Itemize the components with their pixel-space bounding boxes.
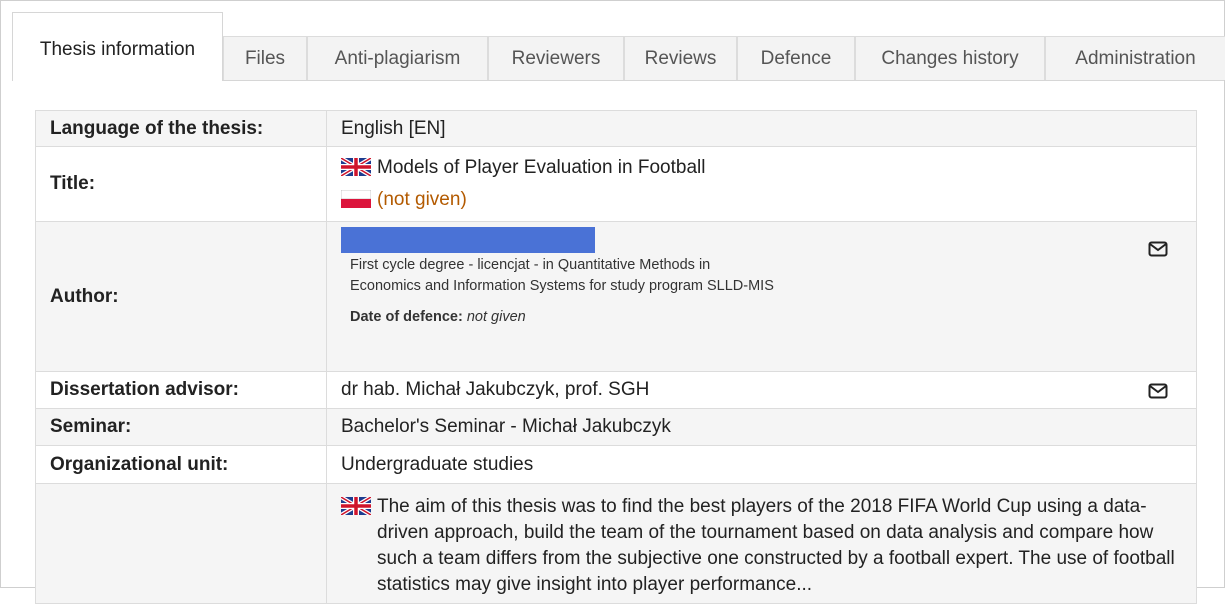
label-advisor: Dissertation advisor: xyxy=(35,371,327,409)
value-unit: Undergraduate studies xyxy=(326,445,1197,484)
row-seminar: Seminar: Bachelor's Seminar - Michał Jak… xyxy=(35,408,1197,446)
tab-bar: Thesis information Files Anti-plagiarism… xyxy=(12,12,1225,81)
row-advisor: Dissertation advisor: dr hab. Michał Jak… xyxy=(35,371,1197,409)
row-title: Title: Models of Player Evaluation in Fo… xyxy=(35,146,1197,222)
value-seminar: Bachelor's Seminar - Michał Jakubczyk xyxy=(326,408,1197,446)
label-abstract xyxy=(35,483,327,604)
thesis-panel: Thesis information Files Anti-plagiarism… xyxy=(0,0,1225,604)
abstract-block: The aim of this thesis was to find the b… xyxy=(341,494,1182,598)
tab-anti-plagiarism[interactable]: Anti-plagiarism xyxy=(307,36,488,80)
label-unit: Organizational unit: xyxy=(35,445,327,484)
en-title: Models of Player Evaluation in Football xyxy=(377,157,706,178)
redacted-author-name xyxy=(341,227,595,253)
value-abstract: The aim of this thesis was to find the b… xyxy=(326,483,1197,604)
defence-value: not given xyxy=(466,309,526,325)
mail-icon[interactable] xyxy=(1148,383,1168,399)
value-advisor: dr hab. Michał Jakubczyk, prof. SGH xyxy=(326,371,1197,409)
tab-administration[interactable]: Administration xyxy=(1045,36,1225,80)
abstract-text: The aim of this thesis was to find the b… xyxy=(377,496,1175,595)
value-author: First cycle degree - licencjat - in Quan… xyxy=(326,221,1197,372)
defence-date: Date of defence: not given xyxy=(350,307,1182,328)
row-unit: Organizational unit: Undergraduate studi… xyxy=(35,445,1197,484)
tab-defence[interactable]: Defence xyxy=(737,36,855,80)
value-language: English [EN] xyxy=(326,110,1197,147)
label-language: Language of the thesis: xyxy=(35,110,327,147)
uk-flag-icon xyxy=(341,497,371,515)
row-language: Language of the thesis: English [EN] xyxy=(35,110,1197,147)
value-title: Models of Player Evaluation in Football … xyxy=(326,146,1197,222)
pl-flag-icon xyxy=(341,190,371,208)
author-program: First cycle degree - licencjat - in Quan… xyxy=(350,257,774,294)
row-author: Author: First cycle degree - licencjat -… xyxy=(35,221,1197,372)
uk-flag-icon xyxy=(341,158,371,176)
label-title: Title: xyxy=(35,146,327,222)
defence-label: Date of defence: xyxy=(350,309,463,325)
tab-reviewers[interactable]: Reviewers xyxy=(488,36,624,80)
tab-changes-history[interactable]: Changes history xyxy=(855,36,1045,80)
tab-reviews[interactable]: Reviews xyxy=(624,36,737,80)
label-seminar: Seminar: xyxy=(35,408,327,446)
mail-icon[interactable] xyxy=(1148,241,1168,257)
thesis-info-table: Language of the thesis: English [EN] Tit… xyxy=(35,110,1197,604)
row-abstract: The aim of this thesis was to find the b… xyxy=(35,483,1197,604)
pl-title: (not given) xyxy=(377,189,467,210)
tab-thesis-information[interactable]: Thesis information xyxy=(12,12,223,81)
advisor-name: dr hab. Michał Jakubczyk, prof. SGH xyxy=(341,379,650,400)
tab-files[interactable]: Files xyxy=(223,36,307,80)
label-author: Author: xyxy=(35,221,327,372)
